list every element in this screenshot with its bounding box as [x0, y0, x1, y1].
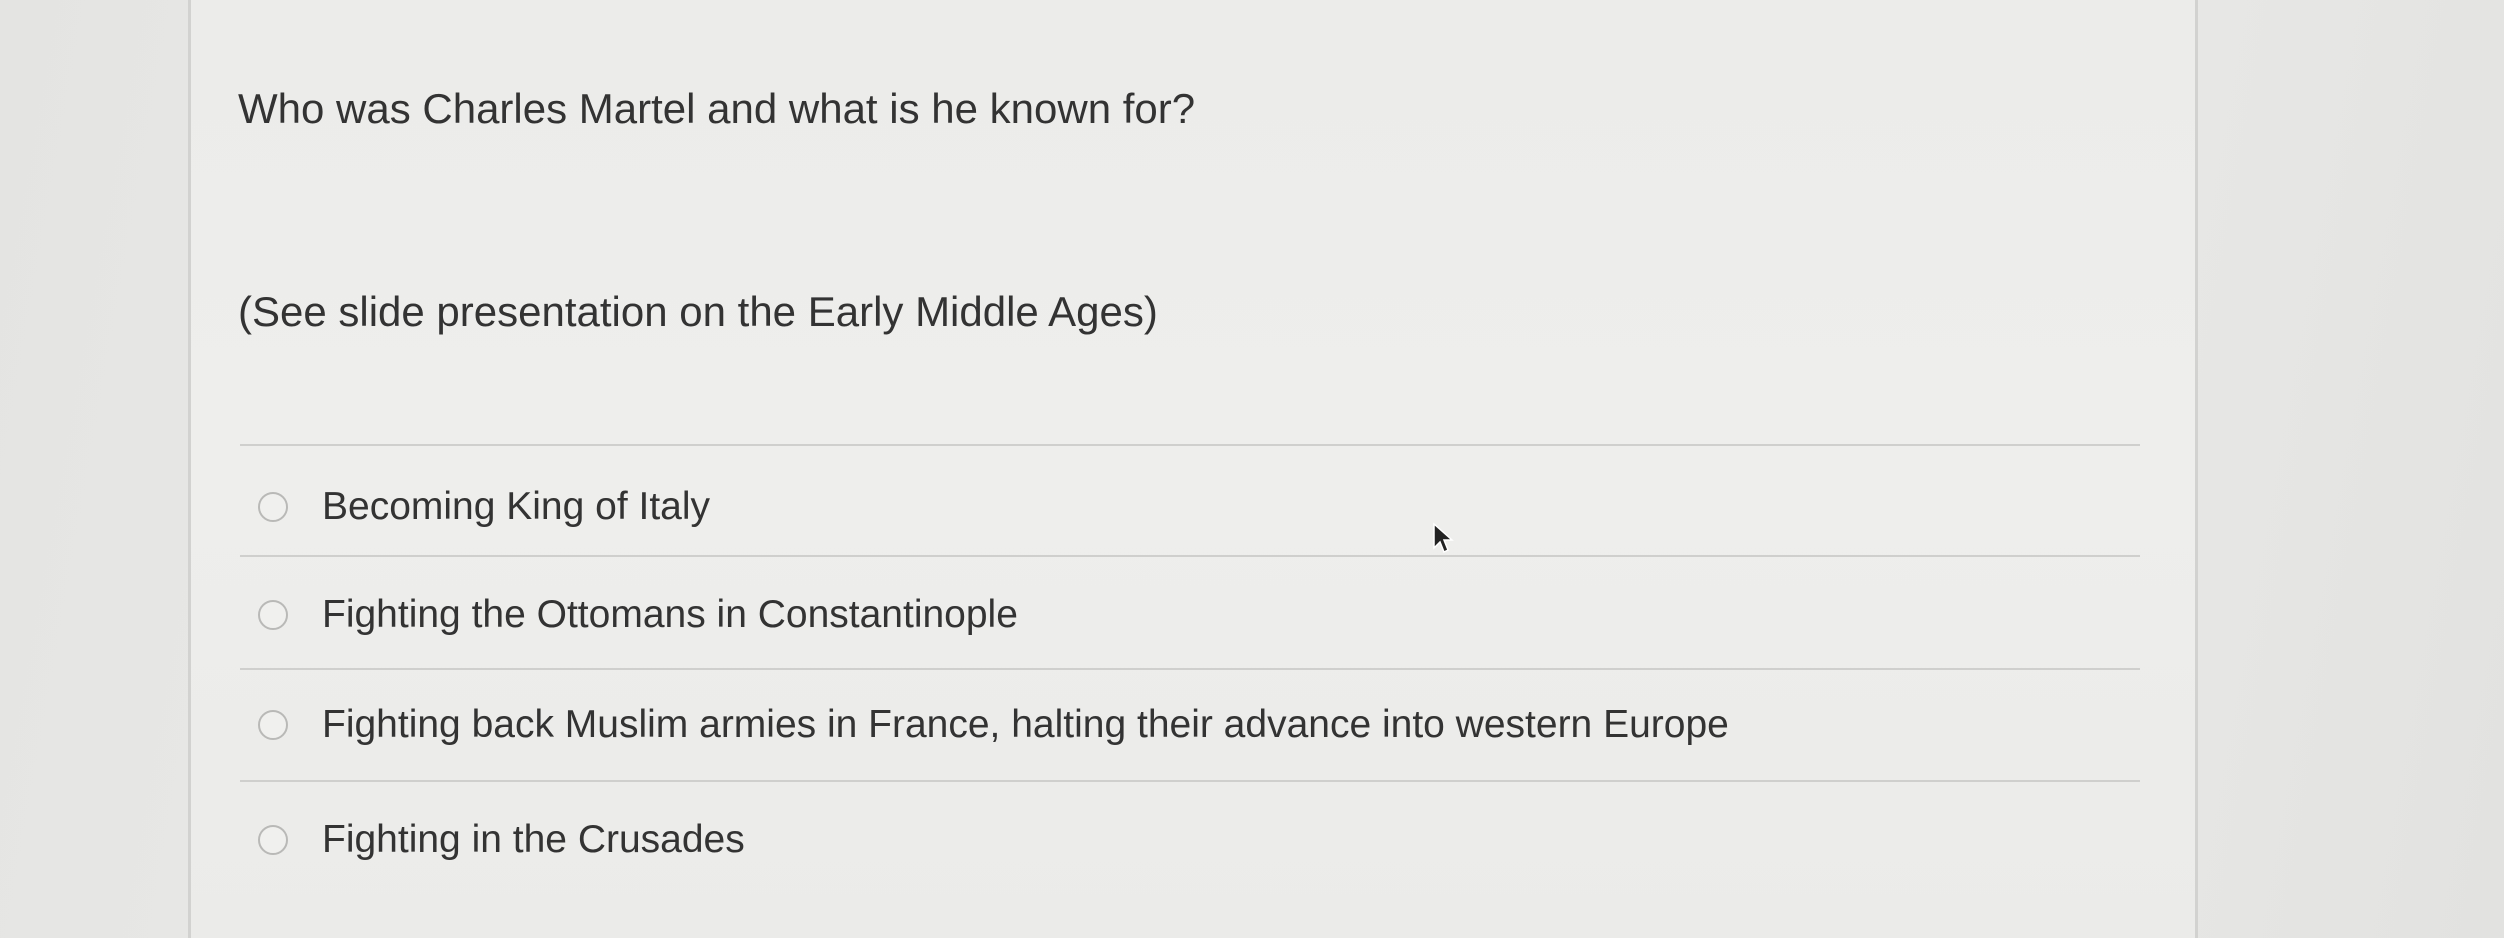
answer-divider [240, 780, 2140, 782]
radio-button[interactable] [258, 600, 288, 630]
answer-divider [240, 555, 2140, 557]
answer-option-2[interactable]: Fighting the Ottomans in Constantinople [240, 585, 2140, 645]
radio-button[interactable] [258, 710, 288, 740]
answer-option-3[interactable]: Fighting back Muslim armies in France, h… [240, 695, 2140, 755]
answer-option-1[interactable]: Becoming King of Italy [240, 477, 2140, 537]
answer-label: Fighting in the Crusades [322, 818, 745, 861]
question-note: (See slide presentation on the Early Mid… [238, 288, 1158, 335]
mouse-pointer-icon [1433, 522, 1454, 554]
question-panel [188, 0, 2198, 938]
answer-divider [240, 444, 2140, 446]
answer-label: Fighting the Ottomans in Constantinople [322, 593, 1018, 636]
answer-option-4[interactable]: Fighting in the Crusades [240, 810, 2140, 870]
answer-label: Fighting back Muslim armies in France, h… [322, 703, 1729, 746]
radio-button[interactable] [258, 492, 288, 522]
answer-divider [240, 668, 2140, 670]
question-prompt: Who was Charles Martel and what is he kn… [238, 85, 1196, 132]
answer-label: Becoming King of Italy [322, 485, 711, 528]
radio-button[interactable] [258, 825, 288, 855]
